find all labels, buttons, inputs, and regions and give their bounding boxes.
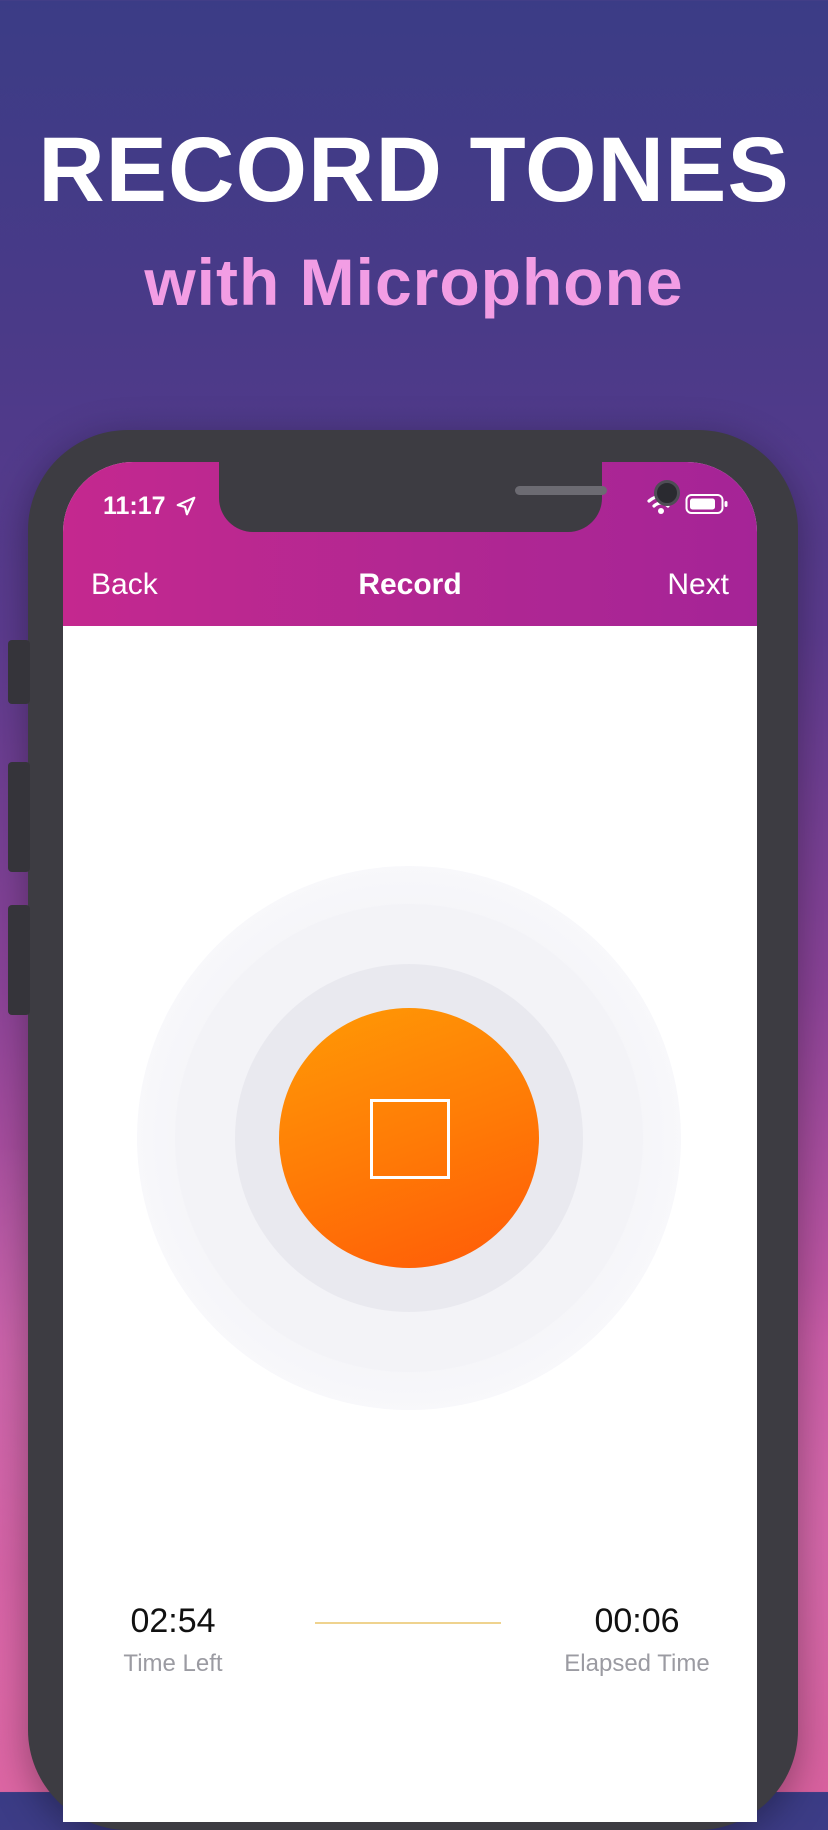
back-button[interactable]: Back: [91, 568, 158, 602]
elapsed-time-label: Elapsed Time: [564, 1650, 710, 1677]
stop-square-icon: [370, 1099, 450, 1179]
recording-progress-line: [315, 1622, 501, 1624]
time-left-label: Time Left: [123, 1650, 223, 1677]
next-button[interactable]: Next: [667, 568, 729, 602]
location-arrow-icon: [176, 496, 196, 516]
elapsed-time-value: 00:06: [594, 1602, 680, 1640]
navigation-bar: 11:17 Back Record Next: [63, 462, 757, 626]
speaker-grille: [515, 486, 607, 495]
status-time: 11:17: [103, 492, 166, 520]
page-title: Record: [358, 568, 462, 601]
stop-recording-button[interactable]: [279, 1008, 539, 1268]
phone-volume-up-button: [8, 762, 30, 872]
phone-mute-switch: [8, 640, 30, 704]
promo-subheadline: with Microphone: [144, 245, 684, 319]
promo-headline: RECORD TONES: [38, 119, 790, 221]
phone-volume-down-button: [8, 905, 30, 1015]
front-camera: [654, 480, 680, 506]
phone-notch: [219, 462, 680, 532]
phone-screen: 11:17 Back Record Next 02:54 Time Left 0…: [63, 462, 757, 1822]
battery-icon: [685, 494, 728, 514]
time-left-value: 02:54: [130, 1602, 216, 1640]
